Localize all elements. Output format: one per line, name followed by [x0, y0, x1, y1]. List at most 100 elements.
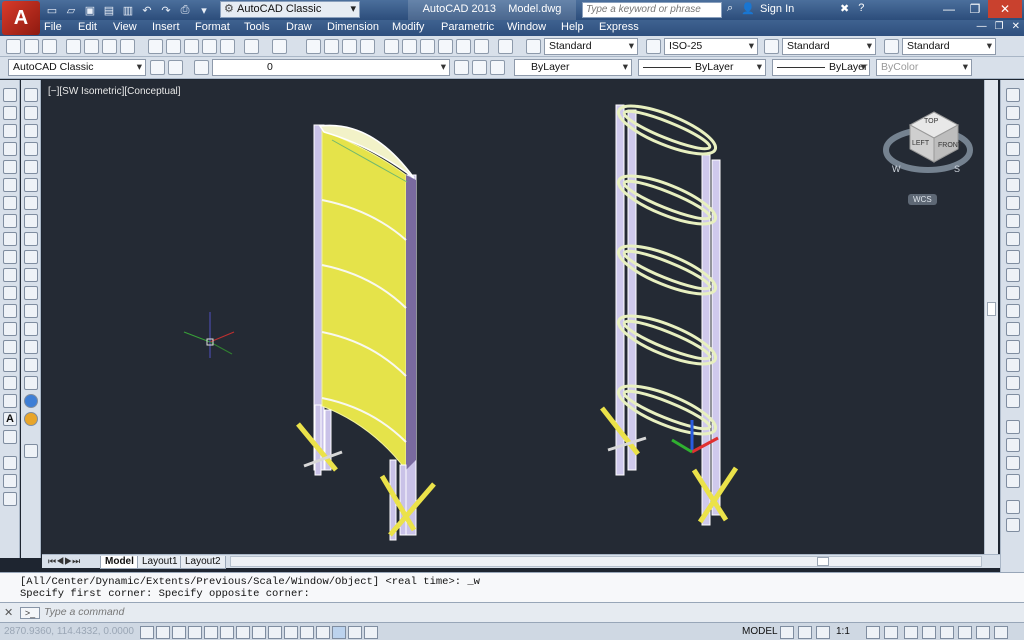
linetype-select[interactable]: ByLayer: [638, 59, 766, 76]
hatch-icon[interactable]: [3, 340, 17, 354]
join-icon[interactable]: [1006, 322, 1020, 336]
menu-parametric[interactable]: Parametric: [441, 21, 494, 33]
text-style-icon[interactable]: [526, 39, 541, 54]
hardware-accel-icon[interactable]: [940, 626, 954, 639]
menu-format[interactable]: Format: [195, 21, 230, 33]
dropdown-icon[interactable]: ▾: [196, 2, 212, 18]
loft-icon[interactable]: [24, 340, 38, 354]
dim-style-icon[interactable]: [646, 39, 661, 54]
undo-tb-icon[interactable]: [244, 39, 259, 54]
layer-manager-icon[interactable]: [168, 60, 183, 75]
transparency-icon[interactable]: [316, 626, 330, 639]
draworder-front-icon[interactable]: [1006, 420, 1020, 434]
text-front-icon[interactable]: [1006, 500, 1020, 514]
draworder-under-icon[interactable]: [1006, 474, 1020, 488]
lineweight-select[interactable]: ByLayer: [772, 59, 870, 76]
layer-match-icon[interactable]: [490, 60, 505, 75]
drawing-viewport[interactable]: [−][SW Isometric][Conceptual] TOP LEFT F…: [42, 80, 994, 554]
binoculars-icon[interactable]: ⌕: [727, 2, 733, 15]
user-icon[interactable]: 👤: [741, 2, 755, 15]
vertical-scrollbar[interactable]: [984, 80, 998, 554]
menu-dimension[interactable]: Dimension: [327, 21, 379, 33]
keyword-search-input[interactable]: Type a keyword or phrase: [582, 2, 722, 18]
help-tb-icon[interactable]: [498, 39, 513, 54]
save-file-icon[interactable]: [42, 39, 57, 54]
union-icon[interactable]: [24, 358, 38, 372]
compass-west-label[interactable]: W: [892, 164, 901, 174]
draworder-above-icon[interactable]: [1006, 456, 1020, 470]
table-style-icon[interactable]: [764, 39, 779, 54]
quickcalc-icon[interactable]: [474, 39, 489, 54]
annotation-monitor-icon[interactable]: [364, 626, 378, 639]
hscroll-thumb[interactable]: [817, 557, 829, 566]
doc-minimize-button[interactable]: —: [977, 21, 987, 32]
zoom-realtime-icon[interactable]: [324, 39, 339, 54]
scale-icon[interactable]: [1006, 214, 1020, 228]
plot-icon[interactable]: ▥: [120, 2, 136, 18]
revcloud-icon[interactable]: [3, 214, 17, 228]
model-space-toggle[interactable]: MODEL: [742, 626, 778, 637]
box-icon[interactable]: [24, 106, 38, 120]
layer-states-icon[interactable]: [194, 60, 209, 75]
doc-close-button[interactable]: ✕: [1012, 21, 1020, 32]
rotate-icon[interactable]: [1006, 196, 1020, 210]
app-logo-button[interactable]: A: [2, 1, 40, 35]
render-sphere-icon[interactable]: [24, 412, 38, 426]
command-prompt-icon[interactable]: >_: [20, 607, 40, 619]
pan-icon[interactable]: [306, 39, 321, 54]
rectangle-icon[interactable]: [3, 160, 17, 174]
sheet-set-icon[interactable]: [438, 39, 453, 54]
ortho-mode-icon[interactable]: [188, 626, 202, 639]
copy-object-icon[interactable]: [3, 474, 17, 488]
menu-edit[interactable]: Edit: [78, 21, 97, 33]
insert-block-icon[interactable]: [3, 286, 17, 300]
menu-file[interactable]: File: [44, 21, 62, 33]
explode-icon[interactable]: [1006, 394, 1020, 408]
infer-constraints-icon[interactable]: [140, 626, 154, 639]
selection-cycling-icon[interactable]: [348, 626, 362, 639]
redo-icon[interactable]: ↷: [158, 2, 174, 18]
copy-icon[interactable]: [166, 39, 181, 54]
fillet-icon[interactable]: [1006, 358, 1020, 372]
close-command-icon[interactable]: ✕: [4, 606, 13, 619]
presspull-icon[interactable]: [24, 286, 38, 300]
menu-modify[interactable]: Modify: [392, 21, 424, 33]
move-icon[interactable]: [1006, 178, 1020, 192]
annotation-visibility-icon[interactable]: [866, 626, 880, 639]
command-input[interactable]: Type a command: [44, 606, 124, 618]
dim-style-select[interactable]: ISO-25: [664, 38, 758, 55]
sign-in-link[interactable]: Sign In: [760, 3, 794, 15]
helix-icon[interactable]: [24, 232, 38, 246]
planar-surface-icon[interactable]: [24, 250, 38, 264]
print-icon[interactable]: [66, 39, 81, 54]
chamfer-icon[interactable]: [1006, 340, 1020, 354]
workspace-select[interactable]: AutoCAD Classic: [220, 1, 360, 18]
torus-icon[interactable]: [24, 196, 38, 210]
help-icon[interactable]: ?: [858, 2, 864, 15]
offset-icon[interactable]: [1006, 142, 1020, 156]
erase-r-icon[interactable]: [1006, 88, 1020, 102]
object-snap-icon[interactable]: [220, 626, 234, 639]
annotation-scale-value[interactable]: 1:1: [836, 626, 850, 637]
tab-layout2[interactable]: Layout2: [180, 556, 226, 569]
quick-view-drawings-icon[interactable]: [798, 626, 812, 639]
isolate-objects-icon[interactable]: [958, 626, 972, 639]
horizontal-scrollbar[interactable]: [230, 556, 982, 567]
tab-nav-arrows-icon[interactable]: ⏮◀▶⏭: [48, 556, 80, 567]
pyramid-icon[interactable]: [24, 214, 38, 228]
zoom-window-icon[interactable]: [342, 39, 357, 54]
spline-icon[interactable]: [3, 232, 17, 246]
compass-south-label[interactable]: S: [954, 164, 960, 174]
blend-icon[interactable]: [1006, 376, 1020, 390]
clean-screen-icon[interactable]: [994, 626, 1008, 639]
menu-express[interactable]: Express: [599, 21, 639, 33]
copy-r-icon[interactable]: [1006, 106, 1020, 120]
circle-icon[interactable]: [3, 196, 17, 210]
workspace-settings-icon[interactable]: [150, 60, 165, 75]
menu-view[interactable]: View: [113, 21, 137, 33]
lineweight-toggle-icon[interactable]: [300, 626, 314, 639]
polygon-icon[interactable]: [3, 142, 17, 156]
workspace-dropdown[interactable]: AutoCAD Classic: [8, 59, 146, 76]
properties-icon[interactable]: [384, 39, 399, 54]
qnew-icon[interactable]: [6, 39, 21, 54]
